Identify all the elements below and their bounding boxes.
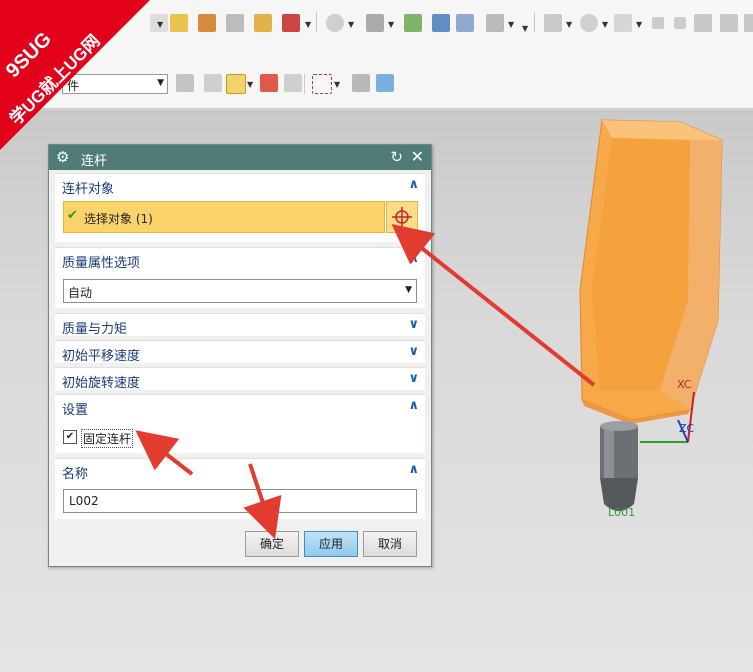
select-object-button[interactable] [386, 201, 418, 233]
chevron-up-icon[interactable]: ∧ [408, 398, 419, 413]
chevron-down-icon[interactable]: ▼ [388, 20, 394, 29]
forward-icon[interactable] [674, 17, 686, 29]
section-header[interactable]: 初始旋转速度 [62, 372, 140, 391]
mass-properties-dropdown[interactable]: 自动 ▼ [63, 279, 417, 303]
dialog-titlebar[interactable]: ⚙ 连杆 ↻ ✕ [49, 145, 431, 170]
dialog-title: 连杆 [81, 154, 108, 169]
chevron-down-icon[interactable]: ∨ [408, 371, 419, 386]
name-input[interactable]: L002 [63, 489, 417, 513]
part-label: L001 [608, 506, 635, 519]
chevron-down-icon[interactable]: ▼ [636, 20, 642, 29]
clip-icon[interactable] [432, 14, 450, 32]
chevron-down-icon[interactable]: ▼ [522, 24, 528, 33]
reset-icon[interactable]: ↻ [390, 148, 403, 166]
branch-icon[interactable] [366, 14, 384, 32]
pencil-icon[interactable] [226, 14, 244, 32]
box-select-icon[interactable] [312, 74, 332, 94]
section-initial-rotation[interactable]: 初始旋转速度 ∨ [55, 367, 425, 391]
section-header[interactable]: 质量属性选项 [62, 252, 140, 271]
chevron-up-icon[interactable]: ∧ [408, 462, 419, 477]
name-value: L002 [69, 494, 99, 508]
chevron-down-icon[interactable]: ▼ [566, 20, 572, 29]
chevron-down-icon: ▼ [157, 78, 164, 88]
chevron-down-icon[interactable]: ∨ [408, 317, 419, 332]
tool-icon[interactable] [198, 14, 216, 32]
graph-icon[interactable] [694, 14, 712, 32]
probe-icon[interactable] [580, 14, 598, 32]
fix-link-label[interactable]: 固定连杆 [81, 429, 134, 448]
section-header[interactable]: 设置 [62, 399, 88, 418]
grid-icon[interactable] [720, 14, 738, 32]
page-icon[interactable] [456, 14, 474, 32]
chevron-down-icon[interactable]: ▼ [334, 80, 340, 89]
chevron-down-icon[interactable]: ▼ [602, 20, 608, 29]
toolbar-separator [304, 74, 305, 94]
pin-icon[interactable] [284, 74, 302, 92]
arrow-icon[interactable] [404, 14, 422, 32]
axis-x-label: XC [677, 378, 692, 391]
filter-icon[interactable] [176, 74, 194, 92]
section-header[interactable]: 初始平移速度 [62, 345, 140, 364]
section-name: 名称 ∧ L002 [55, 458, 425, 519]
section-header[interactable]: 质量与力矩 [62, 318, 127, 337]
chevron-down-icon[interactable]: ▼ [157, 20, 163, 29]
axis-z-label: ZC [679, 422, 695, 435]
section-header[interactable]: 名称 [62, 463, 88, 482]
rotate-icon[interactable] [254, 14, 272, 32]
box-icon[interactable] [282, 14, 300, 32]
table-icon[interactable] [744, 14, 753, 32]
toolbar-separator [534, 12, 535, 32]
crosshair-icon [392, 207, 412, 227]
apply-button[interactable]: 应用 [304, 531, 358, 557]
mass-properties-value: 自动 [68, 286, 93, 300]
frame-icon[interactable] [614, 14, 632, 32]
toolbar-row-top: ▼ ▼ ▼ ▼ ▼ ▼ ▼ ▼ ▼ [150, 10, 753, 36]
ok-button[interactable]: 确定 [245, 531, 299, 557]
link-part-model[interactable]: XC ZC L001 [560, 110, 753, 530]
chevron-down-icon: ▼ [405, 285, 412, 295]
chevron-down-icon[interactable]: ▼ [348, 20, 354, 29]
section-link-object: 连杆对象 ∧ ✔ 选择对象 (1) [55, 173, 425, 242]
select-icon[interactable] [226, 74, 246, 94]
circle-icon[interactable] [326, 14, 344, 32]
snap-point-icon[interactable] [260, 74, 278, 92]
chevron-down-icon[interactable]: ▼ [508, 20, 514, 29]
section-mass-properties: 质量属性选项 ∧ 自动 ▼ [55, 247, 425, 308]
point-icon[interactable] [170, 14, 188, 32]
check-icon: ✔ [67, 208, 78, 223]
cancel-button[interactable]: 取消 [363, 531, 417, 557]
close-icon[interactable]: ✕ [411, 147, 424, 166]
cube-icon[interactable] [376, 74, 394, 92]
section-settings: 设置 ∧ ✔ 固定连杆 [55, 394, 425, 453]
render-icon[interactable] [352, 74, 370, 92]
wrench-icon[interactable] [204, 74, 222, 92]
gear-icon[interactable]: ⚙ [56, 148, 69, 166]
chevron-down-icon[interactable]: ▼ [247, 80, 253, 89]
chevron-down-icon[interactable]: ▼ [305, 20, 311, 29]
sweep-icon[interactable] [486, 14, 504, 32]
back-icon[interactable] [652, 17, 664, 29]
section-header[interactable]: 连杆对象 [62, 178, 114, 197]
chevron-down-icon[interactable]: ∨ [408, 344, 419, 359]
toolbar-separator [316, 12, 317, 32]
fix-link-checkbox[interactable]: ✔ [63, 430, 77, 444]
chevron-up-icon[interactable]: ∧ [408, 177, 419, 192]
select-object-row[interactable]: ✔ 选择对象 (1) [63, 201, 385, 233]
chart-icon[interactable] [544, 14, 562, 32]
section-initial-translation[interactable]: 初始平移速度 ∨ [55, 340, 425, 364]
select-object-label: 选择对象 (1) [84, 212, 153, 226]
link-dialog: ⚙ 连杆 ↻ ✕ 连杆对象 ∧ ✔ 选择对象 (1) 质量属性选项 ∧ 自动 ▼… [48, 144, 432, 567]
section-mass-moment[interactable]: 质量与力矩 ∨ [55, 313, 425, 337]
chevron-up-icon[interactable]: ∧ [408, 251, 419, 266]
